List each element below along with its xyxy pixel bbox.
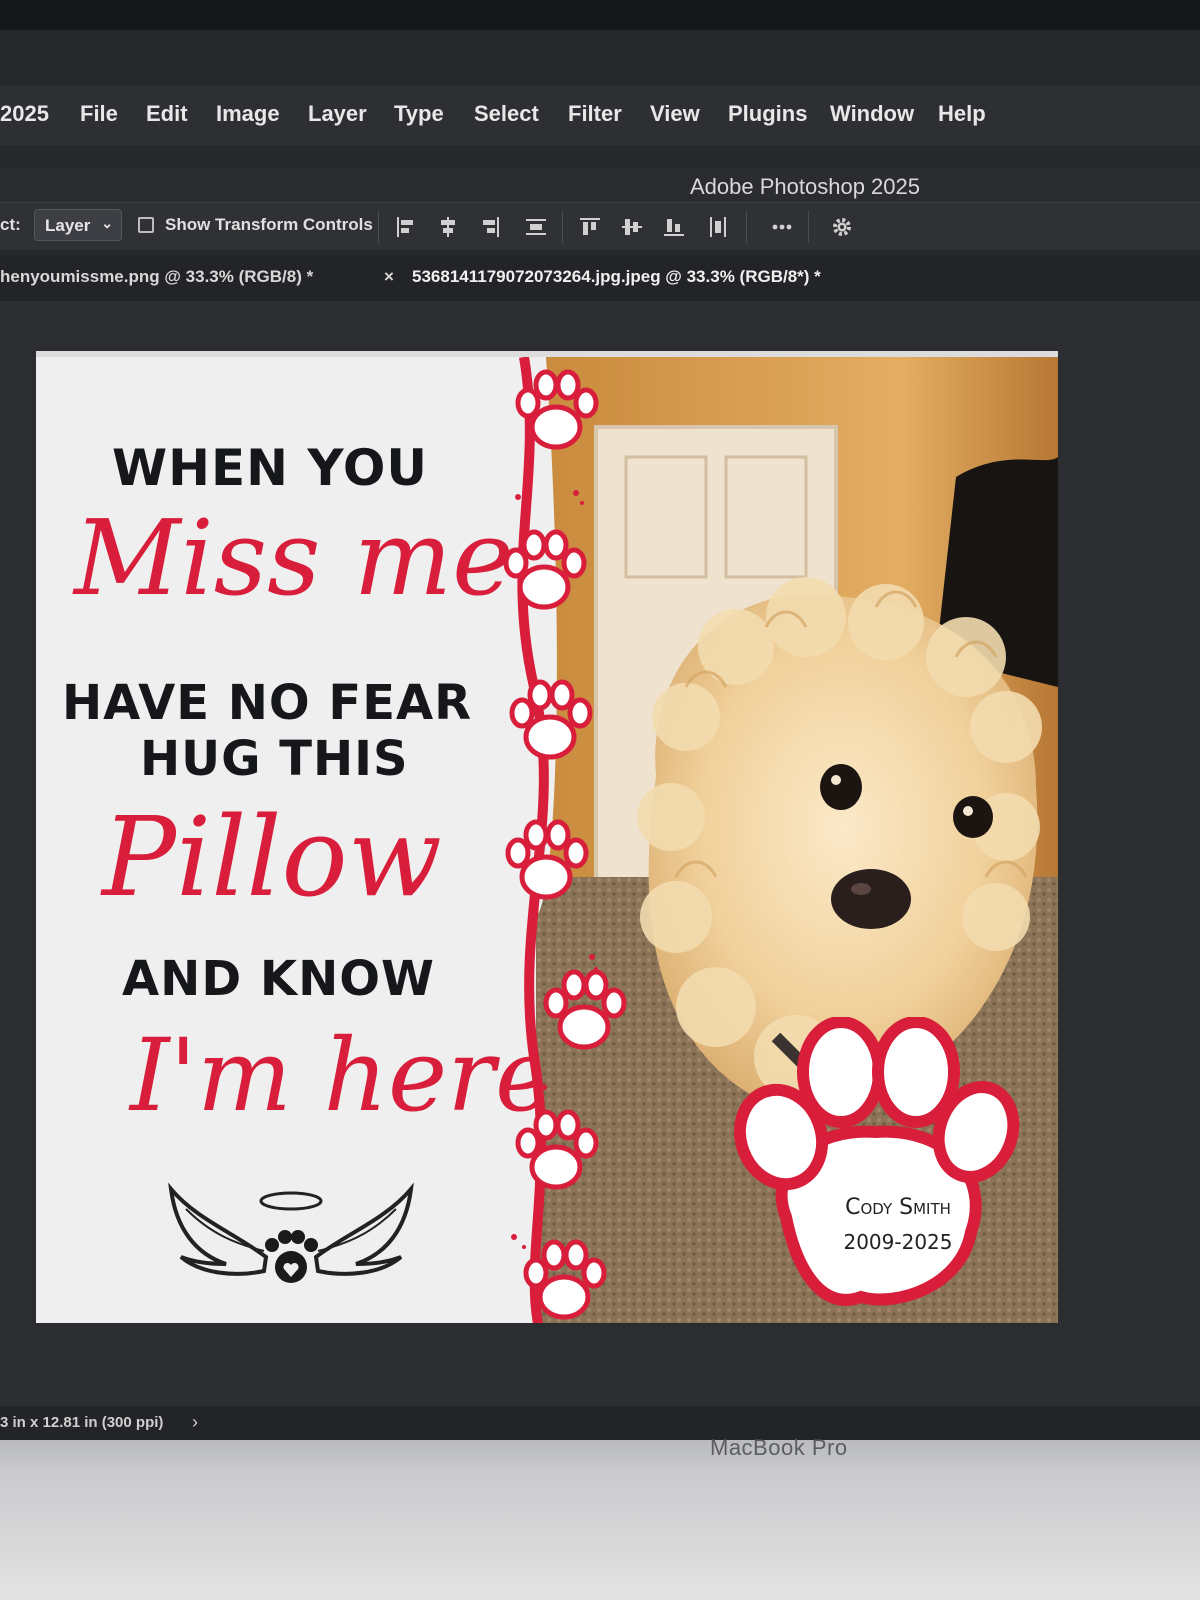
pet-name: Cody Smith: [845, 1195, 951, 1220]
menu-window[interactable]: Window: [830, 101, 914, 127]
distribute-horizontal-icon[interactable]: [706, 215, 730, 239]
distribute-vertical-icon[interactable]: [524, 215, 548, 239]
menu-edit[interactable]: Edit: [146, 101, 188, 127]
quote-line-when-you: WHEN YOU: [112, 439, 428, 497]
quote-panel: WHEN YOU Miss me HAVE NO FEAR HUG THIS P…: [36, 357, 556, 1323]
laptop-bezel-label: MacBook Pro: [710, 1435, 848, 1460]
quote-script-miss-me: Miss me: [74, 497, 514, 619]
status-bar: 3 in x 12.81 in (300 ppi) ›: [0, 1406, 1200, 1440]
gear-icon[interactable]: [830, 215, 854, 239]
chevron-right-icon[interactable]: ›: [192, 1412, 198, 1433]
quote-script-pillow: Pillow: [102, 793, 442, 921]
align-bottom-icon[interactable]: [662, 215, 686, 239]
chevron-down-icon: ⌄: [101, 215, 113, 231]
toolbar-divider: [746, 211, 747, 243]
auto-select-label: ct:: [0, 215, 21, 234]
more-options-icon[interactable]: [770, 215, 794, 239]
tab-jpeg-document[interactable]: 5368141179072073264.jpg.jpeg @ 33.3% (RG…: [412, 267, 821, 287]
app-title: Adobe Photoshop 2025: [690, 174, 920, 199]
toolbar-divider: [808, 211, 809, 243]
canvas-area[interactable]: WHEN YOU Miss me HAVE NO FEAR HUG THIS P…: [0, 301, 1200, 1406]
document-tab-bar: henyoumissme.png @ 33.3% (RGB/8) * × 536…: [0, 255, 1200, 301]
photo-of-screen: 2025 File Edit Image Layer Type Select F…: [0, 0, 1200, 1600]
menu-bar: 2025 File Edit Image Layer Type Select F…: [0, 85, 1200, 145]
menu-filter[interactable]: Filter: [568, 101, 622, 127]
quote-line-hug-this: HUG THIS: [140, 731, 409, 787]
tab-close-icon[interactable]: ×: [384, 267, 394, 287]
show-transform-checkbox[interactable]: [138, 217, 154, 233]
align-top-icon[interactable]: [578, 215, 602, 239]
menu-select[interactable]: Select: [474, 101, 539, 127]
align-right-icon[interactable]: [478, 215, 502, 239]
angel-wings-paw-icon: [168, 1182, 414, 1283]
dropdown-value: Layer: [45, 216, 91, 235]
align-horizontal-center-icon[interactable]: [436, 215, 460, 239]
quote-line-have-no-fear: HAVE NO FEAR: [62, 675, 473, 731]
menu-help[interactable]: Help: [938, 101, 986, 127]
auto-select-dropdown[interactable]: Layer ⌄: [34, 209, 122, 241]
show-transform-label: Show Transform Controls: [165, 215, 373, 234]
align-vertical-center-icon[interactable]: [620, 215, 644, 239]
pet-years: 2009-2025: [843, 1230, 953, 1254]
toolbar-divider: [378, 211, 379, 243]
menu-plugins[interactable]: Plugins: [728, 101, 807, 127]
menu-layer[interactable]: Layer: [308, 101, 367, 127]
menu-type[interactable]: Type: [394, 101, 444, 127]
document-size-readout[interactable]: 3 in x 12.81 in (300 ppi): [0, 1414, 163, 1431]
quote-line-and-know: AND KNOW: [122, 951, 435, 1007]
memorial-paw-badge: [733, 1017, 1020, 1306]
app-menu-fragment[interactable]: 2025: [0, 101, 49, 127]
paw-border-decoration: [503, 357, 627, 1323]
align-left-icon[interactable]: [394, 215, 418, 239]
options-bar: ct: Layer ⌄ Show Transform Controls: [0, 202, 1200, 250]
menu-view[interactable]: View: [650, 101, 700, 127]
tab-when-you-miss-me[interactable]: henyoumissme.png @ 33.3% (RGB/8) *: [0, 267, 313, 287]
toolbar-divider: [562, 211, 563, 243]
menu-image[interactable]: Image: [216, 101, 280, 127]
artboard[interactable]: WHEN YOU Miss me HAVE NO FEAR HUG THIS P…: [36, 351, 1058, 1323]
photoshop-window: 2025 File Edit Image Layer Type Select F…: [0, 30, 1200, 1440]
menu-file[interactable]: File: [80, 101, 118, 127]
